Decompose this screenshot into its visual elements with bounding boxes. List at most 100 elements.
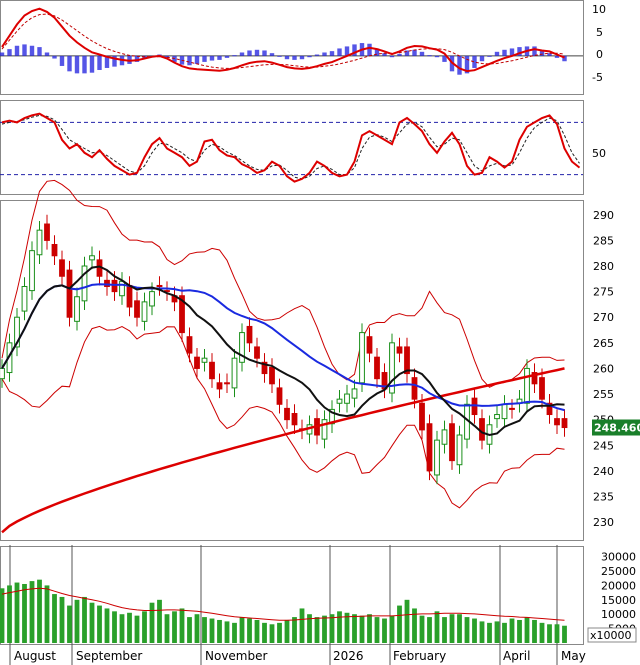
stochastic-y-axis: 50 [592,147,606,160]
volume-bar [434,611,440,643]
volume-bar [59,596,65,643]
candle-body [209,361,215,380]
macd-histogram-bar [367,43,372,56]
price-tick: 255 [593,388,614,401]
candle-body [126,284,133,308]
macd-histogram-bar [284,55,290,60]
volume-bar [442,617,447,643]
candle-body [291,413,298,426]
volume-bar [157,599,162,643]
macd-histogram-bar [277,55,282,57]
candle-body [344,393,350,404]
macd-histogram-bar [434,55,440,58]
volume-tick: 15000 [601,594,636,607]
macd-histogram-bar [412,49,417,56]
macd-panel [0,0,584,95]
candle-body [149,291,155,307]
volume-bar [472,618,477,643]
volume-bar [314,617,320,643]
volume-bar [82,596,87,643]
macd-histogram-bar [232,55,237,57]
macd-histogram-bar [322,52,327,56]
macd-histogram-bar [532,46,537,56]
volume-bar [329,614,335,643]
macd-tick: 10 [592,3,606,16]
volume-bar [7,585,12,643]
candle-body [246,325,253,344]
macd-histogram-bar [74,55,80,74]
candle-body [441,429,448,445]
volume-bar [194,614,200,643]
volume-bar [449,614,455,643]
volume-bar [367,614,372,643]
candle-body [374,356,380,380]
candle-body [134,300,140,318]
volume-bar [134,615,140,643]
macd-histogram-bar [337,48,342,56]
candle-body [216,382,223,390]
candle-body [509,407,515,410]
candle-body [501,403,508,420]
volume-bar [112,611,117,643]
macd-y-axis: 10 5 0 -5 [592,3,606,84]
candle-body [66,269,73,318]
macd-histogram-bar [97,55,102,70]
volume-bar [0,588,5,643]
volume-bar [524,617,530,643]
volume-bar [254,619,260,643]
volume-bar [142,611,147,643]
volume-bar [149,602,155,643]
volume-bar [419,615,425,643]
price-panel [0,200,584,541]
macd-histogram-bar [397,53,402,56]
macd-histogram-bar [502,49,507,56]
volume-bar [74,599,80,643]
candle-body [141,301,148,322]
last-price-label: 248.4600 [594,422,640,435]
month-label: 2026 [333,649,364,663]
candle-body [29,250,35,292]
macd-histogram-bar [82,55,87,74]
candle-body [396,346,403,354]
price-y-axis: 230235240245250255260265270275280285290 [593,209,614,529]
volume-bar [22,583,27,643]
price-tick: 240 [593,465,614,478]
macd-tick: -5 [592,71,603,84]
macd-histogram-bar [269,53,275,56]
macd-histogram-bar [314,54,320,56]
volume-bar [202,617,207,643]
macd-histogram-bar [292,55,297,60]
volume-scale-note: x10000 [590,629,632,642]
candle-body [276,387,283,405]
volume-bar [187,617,192,643]
macd-histogram-bar [209,55,215,61]
macd-histogram-bar [262,50,267,56]
volume-bar [374,617,380,643]
stochastic-tick: 50 [592,147,606,160]
macd-histogram-bar [194,55,200,64]
macd-histogram-bar [29,45,35,56]
volume-bar [179,608,185,643]
candle-body [74,296,80,322]
volume-bar [277,622,282,643]
month-label: August [14,649,56,663]
volume-bar [119,614,125,643]
volume-bar [269,624,275,643]
volume-bar [337,611,342,643]
volume-bar [89,602,95,643]
macd-histogram-bar [37,47,42,56]
volume-bar [397,605,402,643]
candle-body [351,388,358,399]
month-label: February [393,649,446,663]
volume-bar [224,621,230,643]
month-label: November [205,649,267,663]
candle-body [44,223,50,241]
candle-body [366,336,373,354]
volume-bar [239,617,245,643]
candle-body [411,377,418,400]
volume-bar [262,622,267,643]
candle-body [119,280,125,297]
macd-histogram-bar [59,55,65,66]
volume-bar [97,605,102,643]
macd-histogram-bar [479,55,485,62]
